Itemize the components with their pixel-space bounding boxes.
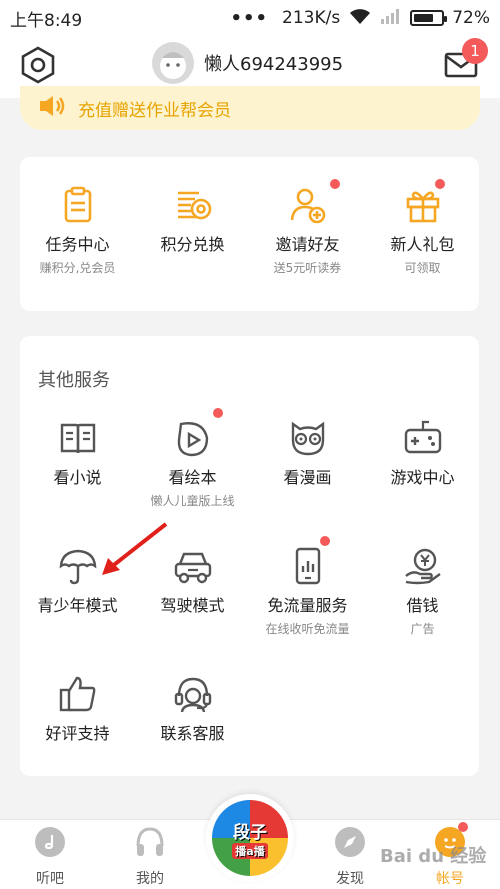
gift-icon xyxy=(403,179,445,225)
status-time: 上午8:49 xyxy=(10,10,83,31)
comics-button[interactable]: 看漫画 xyxy=(250,418,365,488)
headphones-icon xyxy=(134,826,166,858)
battery-percent: 72% xyxy=(452,8,490,28)
umbrella-icon xyxy=(58,546,98,586)
tab-mine[interactable]: 我的 xyxy=(110,826,190,888)
points-exchange-button[interactable]: 积分兑换 xyxy=(135,185,250,255)
message-badge: 1 xyxy=(462,38,488,64)
banner-text: 充值赠送作业帮会员 xyxy=(78,100,231,121)
tab-discover[interactable]: 发现 xyxy=(310,826,390,888)
quick-actions-card: 任务中心 赚积分,兑会员 积分兑换 邀请好友 送5元听读券 新人礼包 可领取 xyxy=(20,157,479,311)
invite-red-dot xyxy=(329,179,340,189)
car-icon xyxy=(173,546,213,586)
yuan-hand-icon xyxy=(403,546,443,586)
free-data-button[interactable]: 免流量服务 在线收听免流量 xyxy=(250,536,365,637)
picture-book-label: 看绘本 xyxy=(168,468,217,487)
comics-label: 看漫画 xyxy=(283,468,332,487)
logo-line1: 段子 xyxy=(233,822,267,843)
task-center-label: 任务中心 xyxy=(45,235,110,254)
picture-book-red-dot xyxy=(212,408,223,418)
battery-icon xyxy=(410,10,448,26)
borrow-money-sub: 广告 xyxy=(410,622,435,636)
tab-mine-label: 我的 xyxy=(136,871,164,887)
invite-friends-label: 邀请好友 xyxy=(275,235,340,254)
other-services-card: 其他服务 看小说 看绘本 懒人儿童版上线 看漫画 游戏中心 青少年模式 驾驶模式… xyxy=(20,336,479,776)
annotation-arrow xyxy=(100,520,170,580)
newbie-gift-label: 新人礼包 xyxy=(390,235,455,254)
owl-icon xyxy=(288,418,328,458)
tab-discover-label: 发现 xyxy=(336,871,364,887)
free-data-label: 免流量服务 xyxy=(267,596,348,615)
account-red-dot xyxy=(458,822,468,832)
invite-friends-button[interactable]: 邀请好友 送5元听读券 xyxy=(250,179,365,276)
newbie-gift-button[interactable]: 新人礼包 可领取 xyxy=(365,179,480,276)
invite-friends-sub: 送5元听读券 xyxy=(273,261,342,275)
signal-icon xyxy=(380,8,402,29)
gift-red-dot xyxy=(434,179,445,189)
tab-account-label: 帐号 xyxy=(436,871,464,887)
customer-service-label: 联系客服 xyxy=(160,724,225,743)
picture-book-sub: 懒人儿童版上线 xyxy=(150,494,235,508)
wifi-icon xyxy=(348,7,372,30)
add-user-icon xyxy=(288,179,340,225)
points-exchange-label: 积分兑换 xyxy=(160,235,225,254)
tab-tingba-label: 听吧 xyxy=(36,871,64,887)
customer-service-button[interactable]: 联系客服 xyxy=(135,674,250,744)
status-bar: 上午8:49 ••• 213K/s 72% xyxy=(0,0,500,36)
coins-icon xyxy=(173,185,213,225)
headset-icon xyxy=(173,674,213,714)
username[interactable]: 懒人694243995 xyxy=(204,50,343,76)
watermark: Bai du 经验 xyxy=(380,846,487,867)
novel-label: 看小说 xyxy=(53,468,102,487)
other-services-title: 其他服务 xyxy=(38,370,110,391)
newbie-gift-sub: 可领取 xyxy=(404,261,441,275)
teen-mode-label: 青少年模式 xyxy=(37,596,118,615)
borrow-money-label: 借钱 xyxy=(406,596,439,615)
gamepad-icon xyxy=(403,418,443,458)
speaker-icon xyxy=(38,94,66,122)
task-center-button[interactable]: 任务中心 赚积分,兑会员 xyxy=(20,185,135,276)
avatar[interactable] xyxy=(152,42,194,84)
thumbs-up-icon xyxy=(58,674,98,714)
tab-tingba[interactable]: 听吧 xyxy=(10,826,90,888)
book-icon xyxy=(58,418,98,458)
game-center-button[interactable]: 游戏中心 xyxy=(365,418,480,488)
free-data-sub: 在线收听免流量 xyxy=(265,622,350,636)
picture-book-button[interactable]: 看绘本 懒人儿童版上线 xyxy=(135,408,250,509)
duanzi-logo: 段子 播a播 xyxy=(212,800,288,876)
music-disc-icon xyxy=(34,826,66,858)
borrow-money-button[interactable]: 借钱 广告 xyxy=(365,546,480,637)
rate-us-label: 好评支持 xyxy=(45,724,110,743)
clipboard-icon xyxy=(58,185,98,225)
game-center-label: 游戏中心 xyxy=(390,468,455,487)
driving-mode-label: 驾驶模式 xyxy=(160,596,225,615)
free-data-red-dot xyxy=(319,536,330,546)
profile[interactable]: 懒人694243995 xyxy=(152,42,343,84)
logo-line2: 播a播 xyxy=(232,842,268,859)
novel-button[interactable]: 看小说 xyxy=(20,418,135,488)
phone-data-icon xyxy=(288,536,330,586)
task-center-sub: 赚积分,兑会员 xyxy=(39,261,116,275)
rate-us-button[interactable]: 好评支持 xyxy=(20,674,135,744)
picture-book-icon xyxy=(173,408,223,458)
center-play-button[interactable]: 段子 播a播 xyxy=(206,794,294,882)
net-speed: 213K/s xyxy=(282,8,341,28)
more-dots-icon: ••• xyxy=(230,7,269,29)
recharge-banner[interactable]: 充值赠送作业帮会员 xyxy=(20,86,480,130)
settings-icon[interactable] xyxy=(20,46,56,84)
compass-icon xyxy=(334,826,366,858)
